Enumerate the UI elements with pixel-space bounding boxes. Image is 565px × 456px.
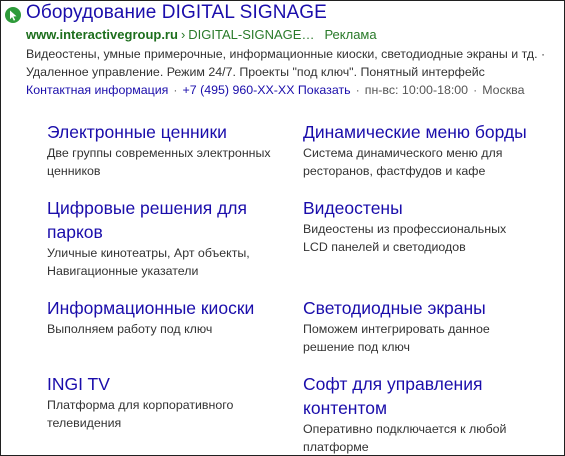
phone-link[interactable]: +7 (495) 960-XX-XX Показать xyxy=(183,83,351,97)
show-phone-button[interactable]: Показать xyxy=(298,83,351,97)
sitelink-item: Электронные ценники Две группы современн… xyxy=(47,120,297,180)
sitelink-title[interactable]: Электронные ценники xyxy=(47,120,297,144)
phone-number: +7 (495) 960-XX-XX xyxy=(182,83,295,97)
working-hours: пн-вс: 10:00-18:00 xyxy=(364,83,469,97)
sitelink-description: Система динамического меню для ресторано… xyxy=(303,146,503,178)
sitelink-item: Динамические меню борды Система динамиче… xyxy=(303,120,548,180)
breadcrumb-separator: › xyxy=(180,27,186,42)
sitelink-description: Две группы современных электронных ценни… xyxy=(47,146,271,178)
sitelink-item: INGI TV Платформа для корпоративного тел… xyxy=(47,372,257,432)
sitelink-title[interactable]: INGI TV xyxy=(47,372,257,396)
sitelink-item: Софт для управления контентом Оперативно… xyxy=(303,372,518,456)
sitelink-description: Уличные кинотеатры, Арт объекты, Навигац… xyxy=(47,246,250,278)
sitelink-title[interactable]: Видеостены xyxy=(303,196,528,220)
sitelink-title[interactable]: Софт для управления контентом xyxy=(303,372,518,420)
ad-description: Видеостены, умные примерочные, информаци… xyxy=(26,47,546,79)
sitelink-title[interactable]: Светодиодные экраны xyxy=(303,296,508,320)
ad-domain-link[interactable]: www.interactivegroup.ru xyxy=(26,27,178,42)
ad-path-link[interactable]: DIGITAL-SIGNAGE… xyxy=(188,27,314,42)
sitelink-item: Информационные киоски Выполняем работу п… xyxy=(47,296,297,338)
sitelink-description: Оперативно подключается к любой платформ… xyxy=(303,422,507,454)
arrow-cursor-icon xyxy=(5,7,21,23)
sitelink-title[interactable]: Динамические меню борды xyxy=(303,120,548,144)
ad-label: Реклама xyxy=(324,27,377,42)
sitelink-description: Поможем интегрировать данное решение под… xyxy=(303,322,490,354)
sitelink-item: Цифровые решения для парков Уличные кино… xyxy=(47,196,272,280)
ad-title-link[interactable]: Оборудование DIGITAL SIGNAGE xyxy=(26,2,327,24)
sitelink-description: Платформа для корпоративного телевидения xyxy=(47,398,234,430)
sitelink-item: Светодиодные экраны Поможем интегрироват… xyxy=(303,296,508,356)
city-label: Москва xyxy=(482,83,525,97)
separator-dot: · xyxy=(173,83,178,97)
ad-url-line: www.interactivegroup.ru › DIGITAL-SIGNAGE…… xyxy=(26,27,377,42)
separator-dot: · xyxy=(473,83,478,97)
sitelink-title[interactable]: Информационные киоски xyxy=(47,296,297,320)
sitelink-description: Выполняем работу под ключ xyxy=(47,322,213,336)
ad-contact-line: Контактная информация · +7 (495) 960-XX-XX… xyxy=(26,83,525,97)
contact-info-link[interactable]: Контактная информация xyxy=(26,83,168,97)
separator-dot: · xyxy=(355,83,360,97)
sitelink-description: Видеостены из профессиональных LCD панел… xyxy=(303,222,507,254)
sitelink-item: Видеостены Видеостены из профессиональны… xyxy=(303,196,528,256)
sitelink-title[interactable]: Цифровые решения для парков xyxy=(47,196,272,244)
